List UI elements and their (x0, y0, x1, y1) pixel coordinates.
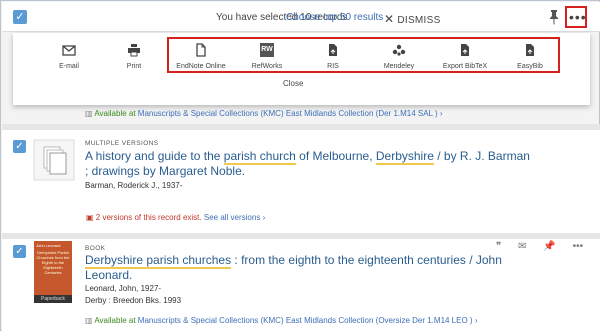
selection-bar: ✓ You have selected 10 records Choose to… (2, 2, 600, 32)
action-print[interactable]: Print (102, 43, 166, 70)
cover-title: Derbyshire Parish Churches from the Eigh… (36, 250, 70, 275)
title-highlight: Derbyshire parish churches (85, 253, 232, 269)
ellipsis-icon[interactable]: ••• (573, 241, 584, 252)
title-part: A history and guide to the (85, 149, 224, 163)
result-card: ✓ John Leonard Derbyshire Parish Churche… (2, 239, 600, 331)
more-actions-button[interactable]: ••• (565, 6, 587, 28)
availability-line[interactable]: ▥ Available at Manuscripts & Special Col… (85, 109, 443, 118)
record-author: Leonard, John, 1927- (85, 284, 162, 293)
book-stack-icon: ▥ (85, 109, 93, 118)
close-panel-button[interactable]: Close (283, 79, 303, 88)
email-icon[interactable]: ✉ (518, 241, 526, 252)
record-publisher: Derby : Breedon Bks. 1993 (85, 296, 182, 305)
availability-status: Available at (94, 316, 136, 325)
chevron-right-icon: › (262, 213, 266, 222)
title-highlight: Derbyshire (375, 149, 434, 165)
availability-location: Manuscripts & Special Collections (KMC) … (137, 316, 473, 325)
chevron-right-icon: › (474, 316, 478, 325)
versions-line[interactable]: ▣ 2 versions of this record exist. See a… (86, 213, 265, 222)
availability-line[interactable]: ▥ Available at Manuscripts & Special Col… (85, 316, 477, 325)
title-part: : from the eighth to the eighteenth cent… (231, 253, 502, 267)
actions-panel: E-mail Print EndNote Online RW RefWorks … (13, 33, 590, 105)
see-all-versions-link[interactable]: See all versions (204, 213, 260, 222)
ellipsis-icon: ••• (569, 9, 587, 25)
cover-author: John Leonard (36, 243, 61, 248)
record-checkbox[interactable]: ✓ (13, 245, 26, 258)
versions-text: 2 versions of this record exist. (95, 213, 202, 222)
pin-icon[interactable] (548, 9, 560, 25)
record-author: Barman, Roderick J., 1937- (85, 181, 183, 190)
result-card: ✓ MULTIPLE VERSIONS A history and guide … (2, 130, 600, 233)
versions-icon: ▣ (86, 213, 94, 222)
select-all-checkbox[interactable]: ✓ (13, 10, 27, 24)
dismiss-label: DISMISS (397, 15, 441, 26)
title-highlight: parish church (223, 149, 296, 165)
action-label: Print (126, 63, 142, 70)
book-cover[interactable]: John Leonard Derbyshire Parish Churches … (34, 241, 72, 303)
title-part: of Melbourne, (295, 149, 376, 163)
quote-icon[interactable]: ❞ (496, 241, 501, 252)
book-stack-icon: ▥ (85, 316, 93, 325)
chevron-right-icon: › (439, 109, 443, 118)
availability-status: Available at (94, 109, 136, 118)
record-type: BOOK (85, 245, 106, 252)
results-page: ✓ You have selected 10 records Choose to… (0, 0, 600, 331)
highlighted-export-options (167, 37, 560, 73)
email-icon (62, 45, 76, 56)
record-title[interactable]: Derbyshire parish churches : from the ei… (85, 253, 502, 283)
record-actions: ❞ ✉ 📌 ••• (496, 241, 583, 252)
title-part: Leonard. (85, 268, 133, 282)
record-title[interactable]: A history and guide to the parish church… (85, 149, 530, 179)
close-icon: ✕ (384, 12, 395, 26)
record-type: MULTIPLE VERSIONS (85, 140, 159, 147)
cover-band: Paperback (34, 295, 72, 303)
availability-location: Manuscripts & Special Collections (KMC) … (137, 109, 438, 118)
record-checkbox[interactable]: ✓ (13, 140, 26, 153)
title-part: ; drawings by Margaret Noble. (85, 164, 246, 178)
title-part: / by R. J. Barman (433, 149, 530, 163)
action-label: E-mail (59, 63, 79, 70)
print-icon (128, 44, 140, 57)
choose-top50-link[interactable]: Choose top 50 results (286, 12, 383, 23)
pin-icon[interactable]: 📌 (543, 241, 555, 252)
multiple-versions-icon (33, 139, 75, 181)
action-email[interactable]: E-mail (37, 43, 101, 70)
dismiss-button[interactable]: ✕ DISMISS (384, 12, 441, 26)
